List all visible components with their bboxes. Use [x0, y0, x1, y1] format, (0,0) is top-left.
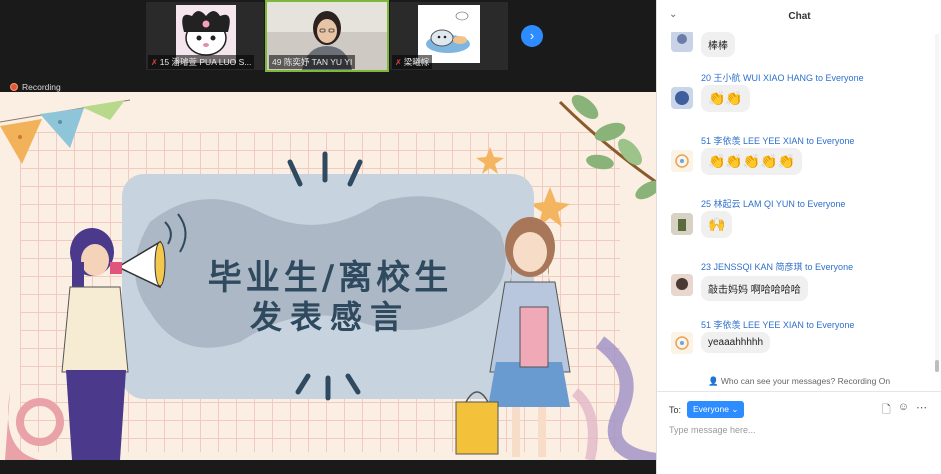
- meeting-bottom-bar: [0, 460, 656, 474]
- message-recipient: to Everyone: [815, 73, 864, 83]
- chat-scrollbar-track[interactable]: [935, 34, 939, 372]
- participant-thumbnail[interactable]: ✗ 15 潘璿萱 PUA LUO S...: [146, 2, 264, 70]
- participant-thumbnail-strip: ✗ 15 潘璿萱 PUA LUO S... 49 陈奕妤 TAN YU YI ✗…: [0, 0, 656, 80]
- message-bubble: 👏👏: [701, 85, 750, 112]
- meeting-area: ✗ 15 潘璿萱 PUA LUO S... 49 陈奕妤 TAN YU YI ✗…: [0, 0, 656, 474]
- file-icon[interactable]: 🗋: [882, 401, 891, 420]
- sender-avatar: [671, 32, 693, 52]
- message-sender: 20 王小航 WUI XIAO HANG to Everyone: [701, 71, 864, 84]
- chat-message: 20 王小航 WUI XIAO HANG to Everyone 👏👏: [671, 71, 931, 121]
- message-visibility-text: Who can see your messages? Recording On: [720, 376, 891, 386]
- emoji-icon[interactable]: ☺: [898, 401, 909, 420]
- chat-message: 51 李依羡 LEE YEE XIAN to Everyone 👏👏👏👏👏: [671, 134, 931, 184]
- ribbon-decoration: [571, 388, 598, 460]
- message-recipient: to Everyone: [806, 320, 855, 330]
- sender-avatar: [671, 213, 693, 235]
- slide-title-line2: 发表感言: [249, 298, 410, 336]
- participant-name: 49 陈奕妤 TAN YU YI: [272, 57, 353, 67]
- recipient-value: Everyone: [693, 404, 729, 414]
- sender-name: 23 JENSSQI KAN 简彦琪: [701, 262, 803, 272]
- message-bubble: yeaaahhhhh: [701, 332, 771, 353]
- chat-tools: 🗋 ☺ ⋯: [882, 401, 927, 420]
- leaf-branch-decoration: [558, 95, 656, 200]
- bunting-flags-decoration: [0, 99, 131, 164]
- sender-name: 51 李依羡 LEE YEE XIAN: [701, 136, 804, 146]
- message-bubble: 👏👏👏👏👏: [701, 148, 803, 175]
- recording-label: Recording: [22, 82, 61, 92]
- message-recipient: to Everyone: [806, 136, 855, 146]
- participant-name-label: 49 陈奕妤 TAN YU YI: [269, 55, 356, 69]
- participant-name: 梁曦幏: [403, 57, 430, 67]
- message-sender: 25 林起云 LAM QI YUN to Everyone: [701, 197, 845, 210]
- message-bubble: 棒棒: [701, 32, 735, 57]
- recipient-row: To: Everyone ⌄: [669, 401, 745, 418]
- next-page-chevron-right-icon[interactable]: ›: [521, 25, 543, 47]
- message-sender: 51 李依羡 LEE YEE XIAN to Everyone: [701, 318, 854, 331]
- participant-name: 15 潘璿萱 PUA LUO S...: [159, 57, 252, 67]
- chat-header: ⌄ Chat: [657, 0, 941, 32]
- shared-screen-slide: 毕业生/离校生 发表感言: [0, 92, 656, 460]
- message-recipient: to Everyone: [805, 262, 854, 272]
- recipient-label: To:: [669, 404, 682, 415]
- sender-name: 25 林起云 LAM QI YUN: [701, 199, 795, 209]
- sender-avatar: [671, 87, 693, 109]
- record-icon: [10, 83, 18, 91]
- chat-message: 25 林起云 LAM QI YUN to Everyone 🙌: [671, 197, 931, 247]
- participant-thumbnail-active-speaker[interactable]: 49 陈奕妤 TAN YU YI: [265, 0, 389, 72]
- more-options-icon[interactable]: ⋯: [916, 401, 927, 420]
- chat-message: 51 李依羡 LEE YEE XIAN to Everyone yeaaahhh…: [671, 318, 931, 368]
- message-sender: 51 李依羡 LEE YEE XIAN to Everyone: [701, 134, 854, 147]
- participant-name-label: ✗ 15 潘璿萱 PUA LUO S...: [148, 55, 255, 69]
- message-sender: 23 JENSSQI KAN 简彦琪 to Everyone: [701, 260, 853, 273]
- chat-messages-list[interactable]: 棒棒 20 王小航 WUI XIAO HANG to Everyone 👏👏 5…: [657, 32, 941, 372]
- message-bubble: 🙌: [701, 211, 733, 238]
- chat-panel: ⌄ Chat 棒棒 20 王小航 WUI XIAO HANG to Everyo…: [656, 0, 941, 474]
- chat-message: 23 JENSSQI KAN 简彦琪 to Everyone 敲击妈妈 啊哈哈哈…: [671, 260, 931, 310]
- people-icon: 👤: [707, 376, 719, 386]
- chat-divider: [657, 391, 941, 392]
- chat-scrollbar-thumb[interactable]: [935, 360, 939, 372]
- chat-title: Chat: [788, 11, 811, 22]
- sender-name: 20 王小航 WUI XIAO HANG: [701, 73, 814, 83]
- participant-thumbnail[interactable]: ✗ 梁曦幏: [390, 2, 508, 70]
- recipient-dropdown[interactable]: Everyone ⌄: [687, 401, 745, 418]
- muted-mic-icon: ✗: [151, 57, 158, 67]
- message-visibility-link[interactable]: 👤 Who can see your messages? Recording O…: [657, 376, 941, 387]
- ribbon-decoration: [595, 336, 656, 460]
- sender-name: 51 李依羡 LEE YEE XIAN: [701, 320, 804, 330]
- muted-mic-icon: ✗: [395, 57, 402, 67]
- sender-avatar: [671, 150, 693, 172]
- sender-avatar: [671, 332, 693, 354]
- chat-message: 棒棒: [671, 32, 931, 58]
- participant-name-label: ✗ 梁曦幏: [392, 55, 433, 69]
- chevron-down-icon: ⌄: [731, 404, 739, 414]
- chat-message-input[interactable]: [669, 422, 931, 438]
- recording-indicator: Recording: [10, 82, 61, 92]
- message-bubble: 敲击妈妈 啊哈哈哈哈: [701, 276, 808, 301]
- sender-avatar: [671, 274, 693, 296]
- message-recipient: to Everyone: [797, 199, 846, 209]
